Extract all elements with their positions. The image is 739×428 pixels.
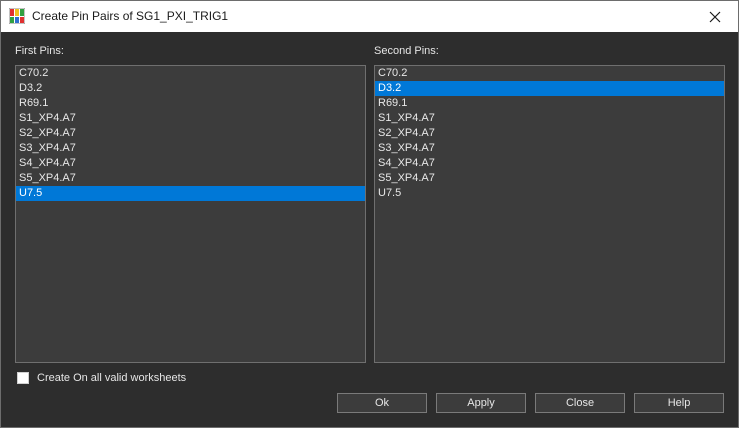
close-button[interactable]: Close [535,393,625,413]
create-on-all-worksheets-option[interactable]: Create On all valid worksheets [17,372,186,384]
list-item[interactable]: S1_XP4.A7 [375,111,724,126]
apply-button[interactable]: Apply [436,393,526,413]
window-title: Create Pin Pairs of SG1_PXI_TRIG1 [32,9,229,23]
first-pins-label: First Pins: [15,45,64,57]
close-icon [709,11,721,22]
list-item[interactable]: S2_XP4.A7 [375,126,724,141]
list-item[interactable]: U7.5 [375,186,724,201]
dialog-window: Create Pin Pairs of SG1_PXI_TRIG1 First … [0,0,739,428]
create-on-all-worksheets-checkbox[interactable] [17,372,29,384]
list-item[interactable]: D3.2 [375,81,724,96]
list-item[interactable]: S4_XP4.A7 [16,156,365,171]
title-bar: Create Pin Pairs of SG1_PXI_TRIG1 [1,1,738,32]
list-item[interactable]: C70.2 [16,66,365,81]
list-item[interactable]: R69.1 [16,96,365,111]
help-button[interactable]: Help [634,393,724,413]
list-item[interactable]: R69.1 [375,96,724,111]
list-item[interactable]: S1_XP4.A7 [16,111,365,126]
list-item[interactable]: S3_XP4.A7 [375,141,724,156]
list-item[interactable]: U7.5 [16,186,365,201]
list-item[interactable]: D3.2 [16,81,365,96]
list-item[interactable]: S5_XP4.A7 [16,171,365,186]
create-on-all-worksheets-label: Create On all valid worksheets [37,372,187,384]
list-item[interactable]: S5_XP4.A7 [375,171,724,186]
second-pins-list[interactable]: C70.2 D3.2 R69.1 S1_XP4.A7 S2_XP4.A7 S3_XP4.A… [374,65,725,363]
list-item[interactable]: S2_XP4.A7 [16,126,365,141]
list-item[interactable]: C70.2 [375,66,724,81]
app-icon [9,8,25,24]
second-pins-label: Second Pins: [374,45,439,57]
first-pins-list[interactable]: C70.2 D3.2 R69.1 S1_XP4.A7 S2_XP4.A7 S3_XP4.A… [15,65,366,363]
ok-button[interactable]: Ok [337,393,427,413]
list-item[interactable]: S4_XP4.A7 [375,156,724,171]
list-item[interactable]: S3_XP4.A7 [16,141,365,156]
close-window-button[interactable] [692,1,738,32]
